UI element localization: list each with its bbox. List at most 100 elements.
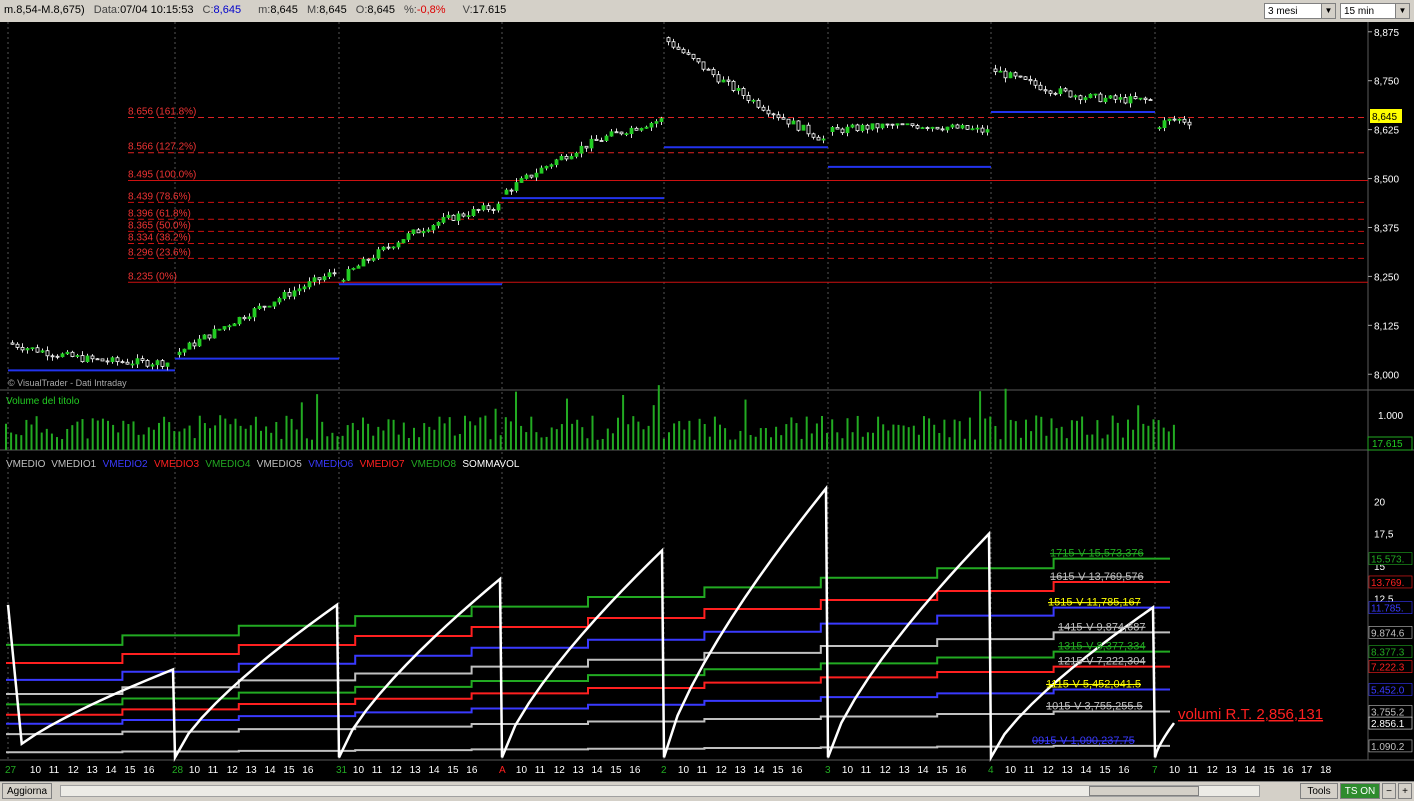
aggiorna-button[interactable]: Aggiorna <box>2 783 52 799</box>
value-label: 15.573. <box>1371 555 1404 566</box>
candle-body <box>327 272 332 277</box>
candle-body <box>20 346 25 351</box>
candle-body <box>1177 118 1182 121</box>
x-hour-label: 13 <box>87 765 99 776</box>
candle-body <box>564 155 569 160</box>
level-label: 1115-V 5,452,041.5 <box>1046 679 1141 691</box>
candle-body <box>155 360 160 366</box>
chart-area[interactable]: 8.656 (161.8%) 8.566 (127.2%) 8.495 (100.0… <box>0 22 1414 781</box>
x-hour-label: 13 <box>735 765 747 776</box>
candle-body <box>406 233 411 240</box>
candle-body <box>726 79 731 82</box>
legend-item: VMEDIO8 <box>411 459 456 470</box>
candle-body <box>860 124 865 132</box>
interval-select[interactable]: 15 min ▼ <box>1340 3 1410 19</box>
x-hour-label: 16 <box>302 765 314 776</box>
candle-body <box>150 364 155 367</box>
zoom-out-button[interactable]: − <box>1382 783 1396 799</box>
candle-body <box>165 362 170 367</box>
candle-body <box>945 126 950 131</box>
candle-body <box>666 37 671 43</box>
x-hour-label: 14 <box>265 765 277 776</box>
candle-body <box>177 351 182 356</box>
candle-body <box>396 242 401 248</box>
x-hour-label: 16 <box>143 765 155 776</box>
horizontal-scrollbar[interactable] <box>60 785 1260 797</box>
x-hour-label: 10 <box>30 765 42 776</box>
candle-body <box>701 61 706 70</box>
x-hour-label: 13 <box>410 765 422 776</box>
x-day-label: 7 <box>1152 765 1158 776</box>
tools-button[interactable]: Tools <box>1300 783 1338 799</box>
candle-body <box>1018 75 1023 78</box>
x-hour-label: 14 <box>1245 765 1257 776</box>
indicator-tick-label: 17,5 <box>1374 530 1394 541</box>
candle-body <box>361 258 366 267</box>
x-hour-label: 15 <box>610 765 622 776</box>
x-hour-label: 12 <box>391 765 403 776</box>
x-hour-label: 12 <box>1043 765 1055 776</box>
candle-body <box>277 298 282 303</box>
x-hour-label: 13 <box>899 765 911 776</box>
price-tick-label: 8,875 <box>1374 28 1399 39</box>
candle-body <box>781 117 786 120</box>
candle-body <box>140 358 145 361</box>
candle-body <box>519 178 524 183</box>
candle-body <box>1093 93 1098 96</box>
candle-body <box>796 120 801 131</box>
candle-body <box>925 127 930 130</box>
candle-body <box>466 215 471 218</box>
x-hour-label: 15 <box>124 765 136 776</box>
price-tick-label: 8,625 <box>1374 126 1399 137</box>
fibonacci-label: 8.566 (127.2%) <box>128 142 196 153</box>
candle-body <box>1023 76 1028 80</box>
fibonacci-label: 8.235 (0%) <box>128 271 177 282</box>
candle-body <box>1187 121 1192 126</box>
zoom-in-button[interactable]: + <box>1398 783 1412 799</box>
candle-body <box>791 120 796 125</box>
open-label: O: <box>355 4 368 16</box>
candle-body <box>371 257 376 261</box>
x-hour-label: 12 <box>716 765 728 776</box>
candle-body <box>262 305 267 308</box>
volume-value: 17.615 <box>472 4 507 16</box>
price-tick-label: 8,250 <box>1374 272 1399 283</box>
x-hour-label: 12 <box>880 765 892 776</box>
candle-body <box>386 246 391 249</box>
x-hour-label: 16 <box>1118 765 1130 776</box>
value-label: 7.222.3 <box>1371 663 1405 674</box>
toolbar: m.8,54-M.8,675) Data:07/04 10:15:53 C:8,… <box>0 0 1414 23</box>
candle-body <box>297 288 302 292</box>
scrollbar-thumb[interactable] <box>1089 786 1199 796</box>
candle-body <box>366 258 371 261</box>
fibonacci-label: 8.656 (161.8%) <box>128 107 196 118</box>
level-label: 1215-V 7,222,304 <box>1058 656 1145 668</box>
period-select[interactable]: 3 mesi ▼ <box>1264 3 1336 19</box>
fibonacci-label: 8.495 (100.0%) <box>128 170 196 181</box>
candle-body <box>910 123 915 127</box>
candle-body <box>356 265 361 269</box>
legend-item: VMEDIO2 <box>103 459 148 470</box>
candle-body <box>850 124 855 128</box>
candle-body <box>835 127 840 130</box>
candle-body <box>182 348 187 353</box>
x-hour-label: 14 <box>592 765 604 776</box>
candle-body <box>90 355 95 360</box>
candle-body <box>614 131 619 134</box>
candle-body <box>711 68 716 76</box>
candle-body <box>257 305 262 309</box>
candle-body <box>806 124 811 135</box>
candle-body <box>654 121 659 124</box>
x-hour-label: 15 <box>1099 765 1111 776</box>
price-tick-label: 8,375 <box>1374 223 1399 234</box>
candle-body <box>686 52 691 55</box>
open-value: 8,645 <box>367 4 395 16</box>
value-label: 1.090.2 <box>1371 742 1405 753</box>
candle-body <box>1108 95 1113 99</box>
fibonacci-label: 8.439 (78.6%) <box>128 191 191 202</box>
candle-body <box>25 348 30 351</box>
candle-body <box>816 136 821 141</box>
candle-body <box>50 355 55 358</box>
ts-on-button[interactable]: TS ON <box>1340 783 1380 799</box>
candle-body <box>890 123 895 126</box>
